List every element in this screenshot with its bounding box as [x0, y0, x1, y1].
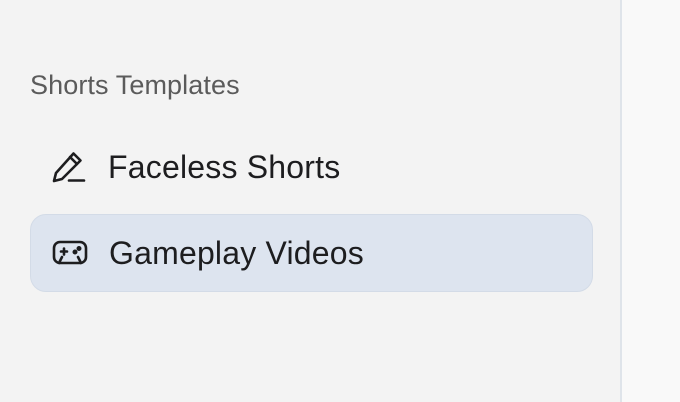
sidebar-item-label: Faceless Shorts	[108, 148, 341, 185]
main-content-area	[624, 0, 680, 402]
section-label-shorts-templates: Shorts Templates	[30, 70, 240, 100]
pencil-icon	[49, 147, 89, 187]
sidebar-item-label: Gameplay Videos	[109, 234, 364, 271]
sidebar-item-faceless-shorts[interactable]: Faceless Shorts	[30, 128, 593, 206]
sidebar-item-gameplay-videos[interactable]: Gameplay Videos	[30, 214, 593, 292]
gamepad-icon	[50, 233, 90, 273]
sidebar: Shorts Templates Faceless Shorts Gamepla…	[0, 0, 622, 402]
